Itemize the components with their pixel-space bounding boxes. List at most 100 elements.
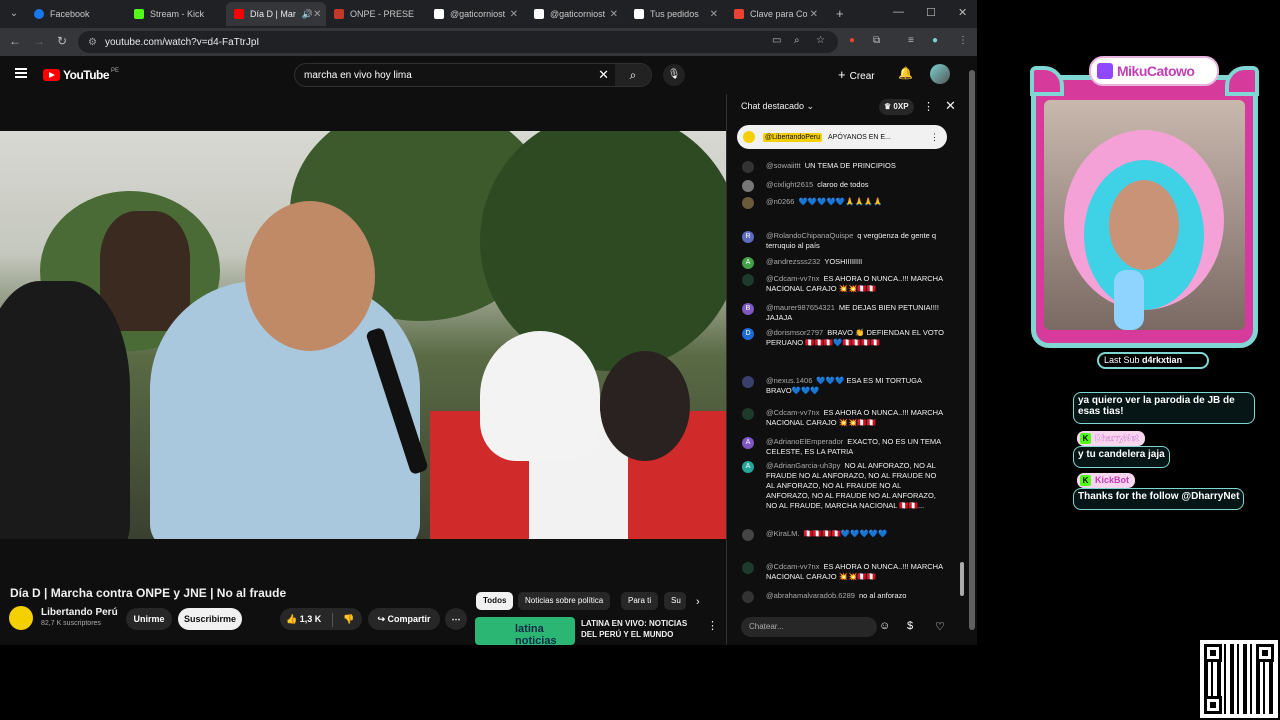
- join-button[interactable]: Unirme: [126, 608, 172, 630]
- chat-username[interactable]: @cixlight2615: [766, 180, 813, 189]
- chat-username[interactable]: @n0266: [766, 197, 794, 206]
- maximize-icon[interactable]: ☐: [926, 6, 936, 19]
- tab-pedidos[interactable]: Tus pedidos ✕: [626, 2, 726, 26]
- tab-youtube-active[interactable]: Día D | Mar 🔊 ✕: [226, 2, 326, 26]
- tab-onpe[interactable]: ONPE - PRESE: [326, 2, 426, 26]
- channel-avatar[interactable]: [9, 606, 33, 630]
- video-player[interactable]: [0, 131, 726, 539]
- chat-scroll-thumb[interactable]: [960, 562, 964, 596]
- chat-username[interactable]: @dorismsor2797: [766, 328, 823, 337]
- create-button[interactable]: + Crear: [838, 67, 875, 82]
- tab-gaticorniost-2[interactable]: @gaticorniost ✕: [526, 2, 626, 26]
- recommendation-thumbnail[interactable]: latina noticias: [475, 617, 575, 645]
- search-button[interactable]: ⌕: [615, 64, 651, 86]
- dislike-icon[interactable]: 👎: [343, 614, 354, 624]
- channel-name[interactable]: Libertando Perú: [41, 607, 118, 618]
- chat-username[interactable]: @nexus.1406: [766, 376, 812, 385]
- chat-message[interactable]: @abrahamalvaradob.6289 no al anforazo: [742, 591, 957, 603]
- chip-noticias[interactable]: Noticias sobre política: [518, 592, 611, 610]
- chat-scrollbar[interactable]: [959, 120, 965, 608]
- browser-menu-icon[interactable]: ⋮: [958, 35, 968, 46]
- chat-message[interactable]: @Cdcam-vv7nx ES AHORA O NUNCA..!!! MARCHA…: [742, 274, 957, 294]
- site-info-icon[interactable]: ⚙: [88, 37, 97, 48]
- notifications-bell-icon[interactable]: 🔔: [898, 66, 913, 80]
- forward-icon[interactable]: →: [31, 34, 47, 48]
- chevron-right-icon[interactable]: ›: [696, 596, 700, 608]
- chip-partial[interactable]: Su: [664, 592, 686, 610]
- chat-message[interactable]: A @AdrianoElEmperador EXACTO, NO ES UN TEM…: [742, 437, 957, 457]
- heart-icon[interactable]: ♡: [935, 620, 945, 633]
- tab-gaticorniost-1[interactable]: @gaticorniost ✕: [426, 2, 526, 26]
- chat-username[interactable]: @sowaiittt: [766, 161, 801, 170]
- share-button[interactable]: ↪ Compartir: [368, 608, 440, 630]
- close-window-icon[interactable]: ✕: [958, 6, 967, 19]
- pinned-menu-icon[interactable]: ⋮: [930, 132, 939, 143]
- chat-message[interactable]: @cixlight2615 claroo de todos: [742, 180, 957, 192]
- chip-para-ti[interactable]: Para ti: [621, 592, 659, 610]
- chat-message[interactable]: B @maurer987654321 ME DEJAS BIEN PETUNIA!!…: [742, 303, 957, 323]
- chat-message[interactable]: @nexus.1406 💙💙💙 ESA ES MI TORTUGA BRAVO💙💙…: [742, 376, 957, 396]
- url-field[interactable]: ⚙ youtube.com/watch?v=d4-FaTtrJpI: [78, 31, 838, 53]
- pinned-message[interactable]: @LibertandoPeru APÓYANOS EN E... ⋮: [737, 125, 947, 149]
- tab-search-icon[interactable]: ⌄: [6, 6, 22, 22]
- close-tab-icon[interactable]: ✕: [810, 9, 818, 20]
- chat-mode-dropdown[interactable]: Chat destacado ⌄: [741, 101, 814, 112]
- subscribe-button[interactable]: Suscribirme: [178, 608, 242, 630]
- tab-kick[interactable]: Stream - Kick: [126, 2, 226, 26]
- chat-message[interactable]: @Cdcam-vv7nx ES AHORA O NUNCA..!!! MARCHA…: [742, 408, 957, 428]
- more-actions-icon[interactable]: ⋯: [445, 608, 467, 630]
- close-tab-icon[interactable]: ✕: [610, 9, 618, 20]
- chat-username[interactable]: @andrezsss232: [766, 257, 820, 266]
- chat-username[interactable]: @RolandoChipanaQuispe: [766, 231, 853, 240]
- chat-message[interactable]: A @andrezsss232 YOSHIIIIIIII: [742, 257, 957, 269]
- cast-icon[interactable]: ▭: [772, 35, 781, 46]
- like-button[interactable]: 👍 1,3 K 👎: [280, 608, 362, 630]
- chat-message[interactable]: A @AdrianGarcia-uh3py NO AL ANFORAZO, NO A…: [742, 461, 957, 511]
- clear-search-icon[interactable]: ✕: [598, 67, 609, 83]
- page-scrollbar[interactable]: [967, 56, 977, 645]
- bookmark-star-icon[interactable]: ☆: [816, 35, 825, 46]
- chat-message[interactable]: D @dorismsor2797 BRAVO 👏 DEFIENDAN EL VOTO…: [742, 328, 957, 348]
- super-chat-icon[interactable]: $: [907, 620, 913, 632]
- close-chat-icon[interactable]: ✕: [945, 98, 956, 114]
- chat-message[interactable]: @KiraLM. 🇵🇪🇵🇪🇵🇪🇵🇪💙💙💙💙💙: [742, 529, 957, 541]
- chat-username[interactable]: @Cdcam-vv7nx: [766, 562, 819, 571]
- search-input[interactable]: marcha en vivo hoy lima ✕ ⌕: [294, 63, 652, 87]
- chat-username[interactable]: @Cdcam-vv7nx: [766, 274, 819, 283]
- minimize-icon[interactable]: —: [893, 6, 904, 18]
- new-tab-icon[interactable]: +: [836, 6, 844, 21]
- account-avatar[interactable]: [930, 64, 950, 84]
- extensions-puzzle-icon[interactable]: ⧉: [873, 35, 880, 46]
- chat-message[interactable]: @sowaiittt UN TEMA DE PRINCIPIOS: [742, 161, 957, 173]
- close-tab-icon[interactable]: ✕: [510, 9, 518, 20]
- chat-message[interactable]: @n0266 💙💙💙💙💙🙏🙏🙏🙏: [742, 197, 957, 209]
- profile-icon[interactable]: ●: [932, 35, 938, 46]
- back-icon[interactable]: ←: [7, 34, 23, 48]
- chat-username[interactable]: @Cdcam-vv7nx: [766, 408, 819, 417]
- youtube-logo[interactable]: YouTube PE: [43, 68, 119, 82]
- chip-todos[interactable]: Todos: [476, 592, 514, 610]
- recommendation-menu-icon[interactable]: ⋮: [707, 619, 718, 632]
- chat-message[interactable]: @Cdcam-vv7nx ES AHORA O NUNCA..!!! MARCHA…: [742, 562, 957, 582]
- extension-icon[interactable]: ●: [849, 35, 855, 46]
- menu-icon[interactable]: [15, 68, 27, 78]
- chat-input[interactable]: Chatear...: [741, 617, 877, 637]
- media-controls-icon[interactable]: ≡: [908, 35, 914, 46]
- voice-search-icon[interactable]: 🎙: [663, 64, 685, 86]
- chat-username[interactable]: @AdrianoElEmperador: [766, 437, 843, 446]
- speaker-icon[interactable]: 🔊: [302, 9, 313, 20]
- chat-username[interactable]: @AdrianGarcia-uh3py: [766, 461, 840, 470]
- tab-facebook[interactable]: Facebook: [26, 2, 126, 26]
- tab-gmail[interactable]: Clave para Co ✕: [726, 2, 826, 26]
- close-tab-icon[interactable]: ✕: [313, 9, 321, 20]
- xp-badge[interactable]: ♛ 0XP: [879, 99, 914, 115]
- chat-message[interactable]: R @RolandoChipanaQuispe q vergüenza de gen…: [742, 231, 957, 251]
- emoji-icon[interactable]: ☺: [879, 620, 890, 632]
- chat-username[interactable]: @KiraLM.: [766, 529, 799, 538]
- reload-icon[interactable]: ↻: [54, 34, 70, 48]
- chat-username[interactable]: @maurer987654321: [766, 303, 835, 312]
- close-tab-icon[interactable]: ✕: [710, 9, 718, 20]
- recommendation-title[interactable]: LATINA EN VIVO: NOTICIAS DEL PERÚ Y EL M…: [581, 618, 693, 640]
- chat-menu-icon[interactable]: ⋮: [923, 100, 934, 113]
- page-scroll-thumb[interactable]: [969, 70, 975, 630]
